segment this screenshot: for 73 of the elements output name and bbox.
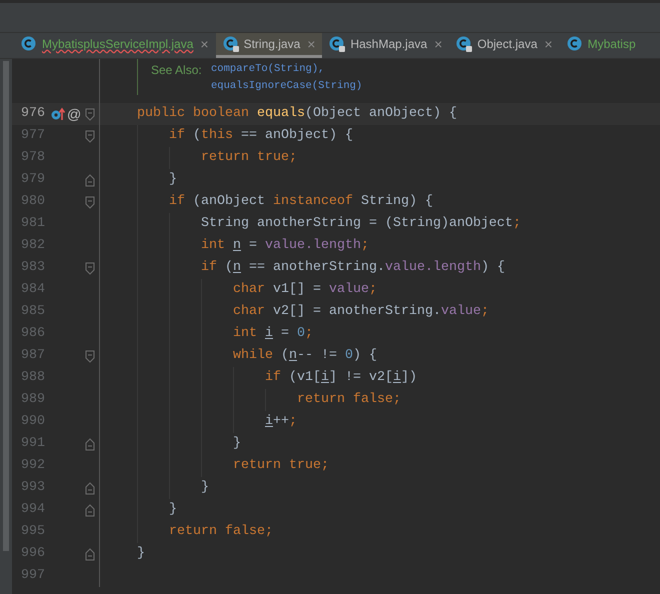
line-number: 988: [20, 369, 45, 387]
line-number: 983: [20, 259, 45, 277]
code-line: }: [137, 545, 145, 563]
editor-tab[interactable]: HashMap.java ×: [322, 33, 450, 58]
scrollbar-thumb[interactable]: [3, 61, 9, 551]
line-number: 976: [20, 105, 45, 123]
code-line: char v2[] = anotherString.value;: [233, 303, 489, 321]
line-number: 994: [20, 501, 45, 519]
tab-label: MybatisplusServiceImpl.java: [42, 36, 194, 53]
doc-label: See Also:: [151, 62, 203, 78]
override-icon[interactable]: [51, 107, 65, 121]
line-number: 986: [20, 325, 45, 343]
code-line: String anotherString = (String)anObject;: [201, 215, 521, 233]
line-number: 993: [20, 479, 45, 497]
code-line: if (anObject instanceof String) {: [169, 193, 433, 211]
annotation-marker[interactable]: @: [67, 107, 82, 121]
line-number: 995: [20, 523, 45, 541]
code-line: return false;: [169, 523, 273, 541]
code-line: return true;: [201, 149, 297, 167]
editor-tab[interactable]: MybatisplusServiceImpl.java ×: [14, 33, 216, 58]
close-icon[interactable]: ×: [200, 37, 209, 51]
code-line: char v1[] = value;: [233, 281, 377, 299]
line-number: 989: [20, 391, 45, 409]
tab-label: Object.java: [477, 36, 538, 53]
close-icon[interactable]: ×: [307, 37, 316, 51]
code-line: return false;: [297, 391, 401, 409]
line-number: 980: [20, 193, 45, 211]
fold-icon[interactable]: [85, 108, 95, 120]
fold-icon[interactable]: [85, 350, 95, 362]
fold-icon[interactable]: [85, 130, 95, 142]
line-number: 984: [20, 281, 45, 299]
fold-end-icon[interactable]: [85, 548, 95, 560]
code-line: }: [233, 435, 241, 453]
line-number: 991: [20, 435, 45, 453]
doc-link[interactable]: compareTo(String),: [211, 62, 324, 78]
code-line: int i = 0;: [233, 325, 313, 343]
fold-end-icon[interactable]: [85, 174, 95, 186]
fold-end-icon[interactable]: [85, 482, 95, 494]
code-line: return true;: [233, 457, 329, 475]
code-line: if (v1[i] != v2[i]): [265, 369, 417, 387]
line-number: 978: [20, 149, 45, 167]
code-line: if (n == anotherString.value.length) {: [201, 259, 505, 277]
code-line: i++;: [265, 413, 297, 431]
line-number: 997: [20, 567, 45, 585]
doc-link[interactable]: equalsIgnoreCase(String): [211, 78, 362, 94]
line-number: 981: [20, 215, 45, 233]
code-line: }: [201, 479, 209, 497]
line-number: 987: [20, 347, 45, 365]
code-line: }: [169, 171, 177, 189]
tab-label: HashMap.java: [350, 36, 428, 53]
tab-label: Mybatisp: [588, 36, 636, 53]
close-icon[interactable]: ×: [434, 37, 442, 51]
editor-tab[interactable]: Mybatisp: [560, 33, 643, 58]
fold-end-icon[interactable]: [85, 504, 95, 516]
code-line: public boolean equals(Object anObject) {: [137, 105, 457, 123]
fold-icon[interactable]: [85, 196, 95, 208]
code-line: if (this == anObject) {: [169, 127, 353, 145]
close-icon[interactable]: ×: [544, 37, 553, 51]
code-line: while (n-- != 0) {: [233, 347, 377, 365]
editor-tab[interactable]: Object.java ×: [449, 33, 560, 58]
line-number: 990: [20, 413, 45, 431]
code-line: }: [169, 501, 177, 519]
line-number: 982: [20, 237, 45, 255]
line-number: 977: [20, 127, 45, 145]
tab-label: String.java: [244, 36, 300, 53]
editor-tab[interactable]: String.java ×: [216, 33, 322, 58]
line-number: 985: [20, 303, 45, 321]
line-number: 996: [20, 545, 45, 563]
code-line: int n = value.length;: [201, 237, 369, 255]
line-number: 979: [20, 171, 45, 189]
line-number: 992: [20, 457, 45, 475]
fold-end-icon[interactable]: [85, 438, 95, 450]
fold-icon[interactable]: [85, 262, 95, 274]
